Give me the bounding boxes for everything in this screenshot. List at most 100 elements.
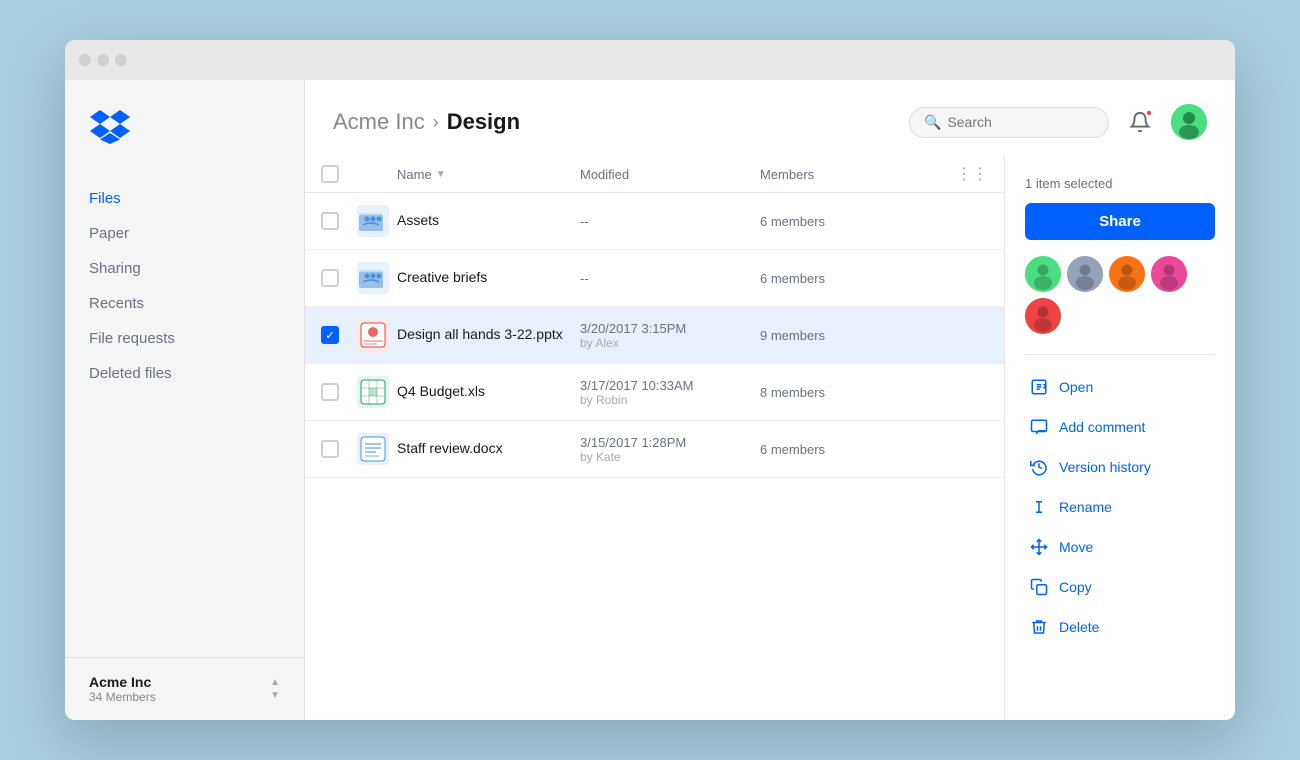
traffic-light-maximize[interactable]	[115, 54, 127, 66]
action-copy[interactable]: Copy	[1025, 567, 1215, 607]
sidebar-item-paper[interactable]: Paper	[65, 216, 304, 251]
org-selector-arrow[interactable]: ▲ ▼	[270, 677, 280, 701]
sidebar-item-recents[interactable]: Recents	[65, 286, 304, 321]
sidebar-item-deleted-files[interactable]: Deleted files	[65, 356, 304, 391]
notification-dot	[1145, 109, 1153, 117]
dropbox-logo-icon	[89, 108, 131, 144]
file-name-assets: Assets	[397, 212, 439, 228]
action-version-history[interactable]: Version history	[1025, 447, 1215, 487]
main-layout: FilesPaperSharingRecentsFile requestsDel…	[65, 80, 1235, 720]
file-modified-staff-review: 3/15/2017 1:28PMby Kate	[580, 435, 760, 464]
select-all-checkbox[interactable]	[321, 165, 339, 183]
view-toggle[interactable]: ⋮⋮	[956, 164, 988, 184]
file-row-staff-review[interactable]: Staff review.docx 3/15/2017 1:28PMby Kate…	[305, 421, 1004, 478]
file-modified-creative-briefs: --	[580, 271, 760, 286]
action-icon-rename	[1029, 497, 1049, 517]
action-icon-move	[1029, 537, 1049, 557]
action-open[interactable]: Open	[1025, 367, 1215, 407]
file-row-creative-briefs[interactable]: Creative briefs --6 members	[305, 250, 1004, 307]
sidebar: FilesPaperSharingRecentsFile requestsDel…	[65, 80, 305, 720]
user-avatar[interactable]	[1171, 104, 1207, 140]
member-avatars	[1025, 256, 1215, 334]
file-members-q4-budget: 8 members	[760, 385, 940, 400]
file-list-header: Name ▼ Modified Members ⋮⋮	[305, 156, 1004, 193]
file-list: Name ▼ Modified Members ⋮⋮ Assets--6 mem…	[305, 156, 1005, 720]
column-modified: Modified	[580, 167, 760, 182]
notification-bell[interactable]	[1123, 105, 1157, 139]
action-icon-version-history	[1029, 457, 1049, 477]
sidebar-footer: Acme Inc 34 Members ▲ ▼	[65, 657, 304, 720]
action-label-open: Open	[1059, 379, 1093, 395]
org-name: Acme Inc	[89, 674, 156, 690]
file-name-design-all-hands: Design all hands 3-22.pptx	[397, 326, 563, 342]
file-name-creative-briefs: Creative briefs	[397, 269, 487, 285]
file-members-assets: 6 members	[760, 214, 940, 229]
action-label-delete: Delete	[1059, 619, 1099, 635]
file-row-q4-budget[interactable]: Q4 Budget.xls 3/17/2017 10:33AMby Robin8 …	[305, 364, 1004, 421]
file-name-staff-review: Staff review.docx	[397, 440, 503, 456]
file-members-design-all-hands: 9 members	[760, 328, 940, 343]
file-rows-container: Assets--6 members Creative briefs--6 mem…	[305, 193, 1004, 478]
file-area: Name ▼ Modified Members ⋮⋮ Assets--6 mem…	[305, 156, 1235, 720]
checkbox-q4-budget[interactable]	[321, 383, 339, 401]
action-move[interactable]: Move	[1025, 527, 1215, 567]
action-icon-delete	[1029, 617, 1049, 637]
header-select-all[interactable]	[321, 165, 357, 183]
file-members-creative-briefs: 6 members	[760, 271, 940, 286]
member-avatar-4[interactable]	[1025, 298, 1061, 334]
search-box[interactable]: 🔍	[909, 107, 1109, 138]
file-icon-q4-budget	[357, 376, 389, 408]
checkbox-assets[interactable]	[321, 212, 339, 230]
breadcrumb-parent: Acme Inc	[333, 109, 425, 135]
sidebar-logo	[65, 108, 304, 181]
right-panel: 1 item selected Share Open Add comment Ver…	[1005, 156, 1235, 720]
action-rename[interactable]: Rename	[1025, 487, 1215, 527]
sidebar-nav: FilesPaperSharingRecentsFile requestsDel…	[65, 181, 304, 657]
avatar-image	[1171, 104, 1207, 140]
topbar: Acme Inc › Design 🔍	[305, 80, 1235, 156]
action-label-rename: Rename	[1059, 499, 1112, 515]
file-members-staff-review: 6 members	[760, 442, 940, 457]
action-icon-copy	[1029, 577, 1049, 597]
file-icon-staff-review	[357, 433, 389, 465]
file-icon-assets	[357, 205, 389, 237]
app-window: FilesPaperSharingRecentsFile requestsDel…	[65, 40, 1235, 720]
column-name[interactable]: Name ▼	[397, 167, 580, 182]
breadcrumb-separator: ›	[433, 112, 439, 133]
sidebar-item-sharing[interactable]: Sharing	[65, 251, 304, 286]
checkbox-design-all-hands[interactable]: ✓	[321, 326, 339, 344]
traffic-light-close[interactable]	[79, 54, 91, 66]
file-name-q4-budget: Q4 Budget.xls	[397, 383, 485, 399]
action-icon-add-comment	[1029, 417, 1049, 437]
file-modified-assets: --	[580, 214, 760, 229]
action-label-copy: Copy	[1059, 579, 1092, 595]
file-row-assets[interactable]: Assets --6 members	[305, 193, 1004, 250]
share-button[interactable]: Share	[1025, 203, 1215, 240]
member-avatar-0[interactable]	[1025, 256, 1061, 292]
member-avatar-3[interactable]	[1151, 256, 1187, 292]
sidebar-item-files[interactable]: Files	[65, 181, 304, 216]
checkbox-creative-briefs[interactable]	[321, 269, 339, 287]
column-members: Members	[760, 167, 940, 182]
action-label-move: Move	[1059, 539, 1093, 555]
actions-container: Open Add comment Version history Rename Move…	[1025, 367, 1215, 647]
file-row-design-all-hands[interactable]: ✓ Design all hands 3-22.pptx 3/20/2017 3:…	[305, 307, 1004, 364]
file-modified-design-all-hands: 3/20/2017 3:15PMby Alex	[580, 321, 760, 350]
file-modified-q4-budget: 3/17/2017 10:33AMby Robin	[580, 378, 760, 407]
action-delete[interactable]: Delete	[1025, 607, 1215, 647]
traffic-light-minimize[interactable]	[97, 54, 109, 66]
file-icon-creative-briefs	[357, 262, 389, 294]
panel-divider	[1025, 354, 1215, 355]
action-add-comment[interactable]: Add comment	[1025, 407, 1215, 447]
file-icon-design-all-hands	[357, 319, 389, 351]
selection-info: 1 item selected	[1025, 176, 1215, 191]
sidebar-item-file-requests[interactable]: File requests	[65, 321, 304, 356]
action-label-add-comment: Add comment	[1059, 419, 1145, 435]
checkbox-staff-review[interactable]	[321, 440, 339, 458]
member-avatar-1[interactable]	[1067, 256, 1103, 292]
member-avatar-2[interactable]	[1109, 256, 1145, 292]
search-icon: 🔍	[924, 114, 941, 131]
breadcrumb-current: Design	[447, 109, 520, 135]
action-icon-open	[1029, 377, 1049, 397]
search-input[interactable]	[947, 114, 1094, 130]
